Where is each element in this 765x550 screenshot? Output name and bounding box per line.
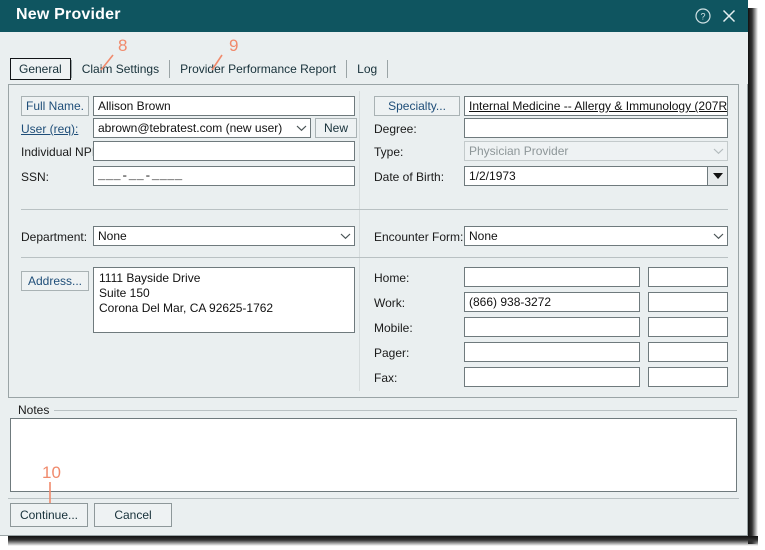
encounter-form-label: Encounter Form: bbox=[374, 230, 464, 244]
mobile-phone-label: Mobile: bbox=[374, 321, 413, 335]
date-of-birth-label: Date of Birth: bbox=[374, 170, 445, 184]
individual-npi-label: Individual NPI: bbox=[21, 145, 99, 159]
degree-input[interactable] bbox=[464, 118, 728, 138]
notes-group-line bbox=[54, 410, 737, 411]
user-req-link[interactable]: User (req): bbox=[21, 122, 78, 136]
individual-npi-input[interactable] bbox=[93, 141, 355, 161]
user-combobox[interactable]: abrown@tebratest.com (new user) bbox=[93, 118, 311, 138]
work-phone-input[interactable]: (866) 938-3272 bbox=[464, 292, 640, 312]
fax-input[interactable] bbox=[464, 367, 640, 387]
ssn-input[interactable]: ___-__-____ bbox=[93, 166, 355, 186]
pager-label: Pager: bbox=[374, 346, 410, 360]
window-title: New Provider bbox=[16, 6, 121, 23]
general-tab-panel: Full Name. Allison Brown User (req): abr… bbox=[8, 84, 739, 398]
cancel-button[interactable]: Cancel bbox=[94, 503, 172, 527]
full-name-button[interactable]: Full Name. bbox=[21, 96, 89, 116]
full-name-value: Allison Brown bbox=[98, 99, 171, 113]
type-combobox-value: Physician Provider bbox=[469, 144, 569, 158]
continue-button[interactable]: Continue... bbox=[10, 503, 88, 527]
section-separator bbox=[21, 209, 728, 210]
footer-separator bbox=[8, 498, 739, 499]
notes-label: Notes bbox=[14, 403, 54, 417]
tab-general[interactable]: General bbox=[10, 58, 71, 80]
pager-input[interactable] bbox=[464, 342, 640, 362]
tab-strip: General Claim Settings Provider Performa… bbox=[0, 32, 748, 84]
ssn-value: ___-__-____ bbox=[98, 169, 183, 183]
home-phone-input[interactable] bbox=[464, 267, 640, 287]
column-divider bbox=[359, 91, 360, 391]
callout-9: 9 bbox=[229, 36, 239, 55]
date-of-birth-input[interactable]: 1/2/1973 bbox=[464, 166, 728, 186]
encounter-form-combobox[interactable]: None bbox=[464, 226, 728, 246]
degree-label: Degree: bbox=[374, 122, 417, 136]
close-icon[interactable] bbox=[720, 7, 740, 27]
specialty-value: Internal Medicine -- Allergy & Immunolog… bbox=[469, 99, 728, 113]
mobile-phone-ext-input[interactable] bbox=[648, 317, 728, 337]
chevron-down-icon bbox=[337, 227, 354, 245]
full-name-input[interactable]: Allison Brown bbox=[93, 96, 355, 116]
new-user-button[interactable]: New bbox=[315, 118, 357, 138]
tab-log[interactable]: Log bbox=[347, 58, 387, 80]
window-shadow-right bbox=[748, 8, 758, 544]
notes-textarea[interactable] bbox=[10, 418, 737, 492]
notes-group: Notes bbox=[8, 403, 739, 494]
tab-list: General Claim Settings Provider Performa… bbox=[10, 58, 389, 80]
chevron-down-icon bbox=[293, 119, 310, 137]
chevron-down-icon bbox=[710, 227, 727, 245]
chevron-down-icon bbox=[710, 142, 727, 160]
callout-10: 10 bbox=[42, 463, 61, 482]
address-button[interactable]: Address... bbox=[21, 271, 89, 291]
section-separator bbox=[21, 257, 728, 258]
callout-8: 8 bbox=[118, 36, 128, 55]
triangle-down-icon bbox=[712, 173, 723, 179]
home-phone-label: Home: bbox=[374, 271, 410, 285]
tab-separator bbox=[387, 60, 389, 78]
date-dropdown-button[interactable] bbox=[707, 167, 727, 185]
type-combobox: Physician Provider bbox=[464, 141, 728, 161]
screenshot-root: New Provider ? General Claim Settings Pr… bbox=[0, 0, 765, 550]
date-of-birth-value: 1/2/1973 bbox=[469, 169, 516, 183]
encounter-form-combobox-value: None bbox=[469, 229, 498, 243]
mobile-phone-input[interactable] bbox=[464, 317, 640, 337]
specialty-input[interactable]: Internal Medicine -- Allergy & Immunolog… bbox=[464, 96, 728, 116]
svg-text:?: ? bbox=[700, 12, 705, 22]
specialty-button[interactable]: Specialty... bbox=[374, 96, 460, 116]
new-provider-dialog: New Provider ? General Claim Settings Pr… bbox=[0, 0, 748, 536]
user-combobox-value: abrown@tebratest.com (new user) bbox=[98, 121, 283, 135]
home-phone-ext-input[interactable] bbox=[648, 267, 728, 287]
department-combobox-value: None bbox=[98, 229, 127, 243]
ssn-label: SSN: bbox=[21, 170, 50, 184]
work-phone-label: Work: bbox=[374, 296, 406, 310]
work-phone-ext-input[interactable] bbox=[648, 292, 728, 312]
address-textarea[interactable]: 1111 Bayside Drive Suite 150 Corona Del … bbox=[93, 267, 355, 333]
tab-claim-settings[interactable]: Claim Settings bbox=[72, 58, 169, 80]
fax-label: Fax: bbox=[374, 371, 398, 385]
department-label: Department: bbox=[21, 230, 88, 244]
title-bar: New Provider ? bbox=[0, 0, 748, 32]
type-label: Type: bbox=[374, 145, 404, 159]
pager-ext-input[interactable] bbox=[648, 342, 728, 362]
work-phone-value: (866) 938-3272 bbox=[469, 295, 552, 309]
tab-provider-performance-report[interactable]: Provider Performance Report bbox=[170, 58, 346, 80]
window-shadow-bottom bbox=[8, 536, 758, 546]
question-circle-icon[interactable]: ? bbox=[694, 7, 714, 27]
fax-ext-input[interactable] bbox=[648, 367, 728, 387]
department-combobox[interactable]: None bbox=[93, 226, 355, 246]
